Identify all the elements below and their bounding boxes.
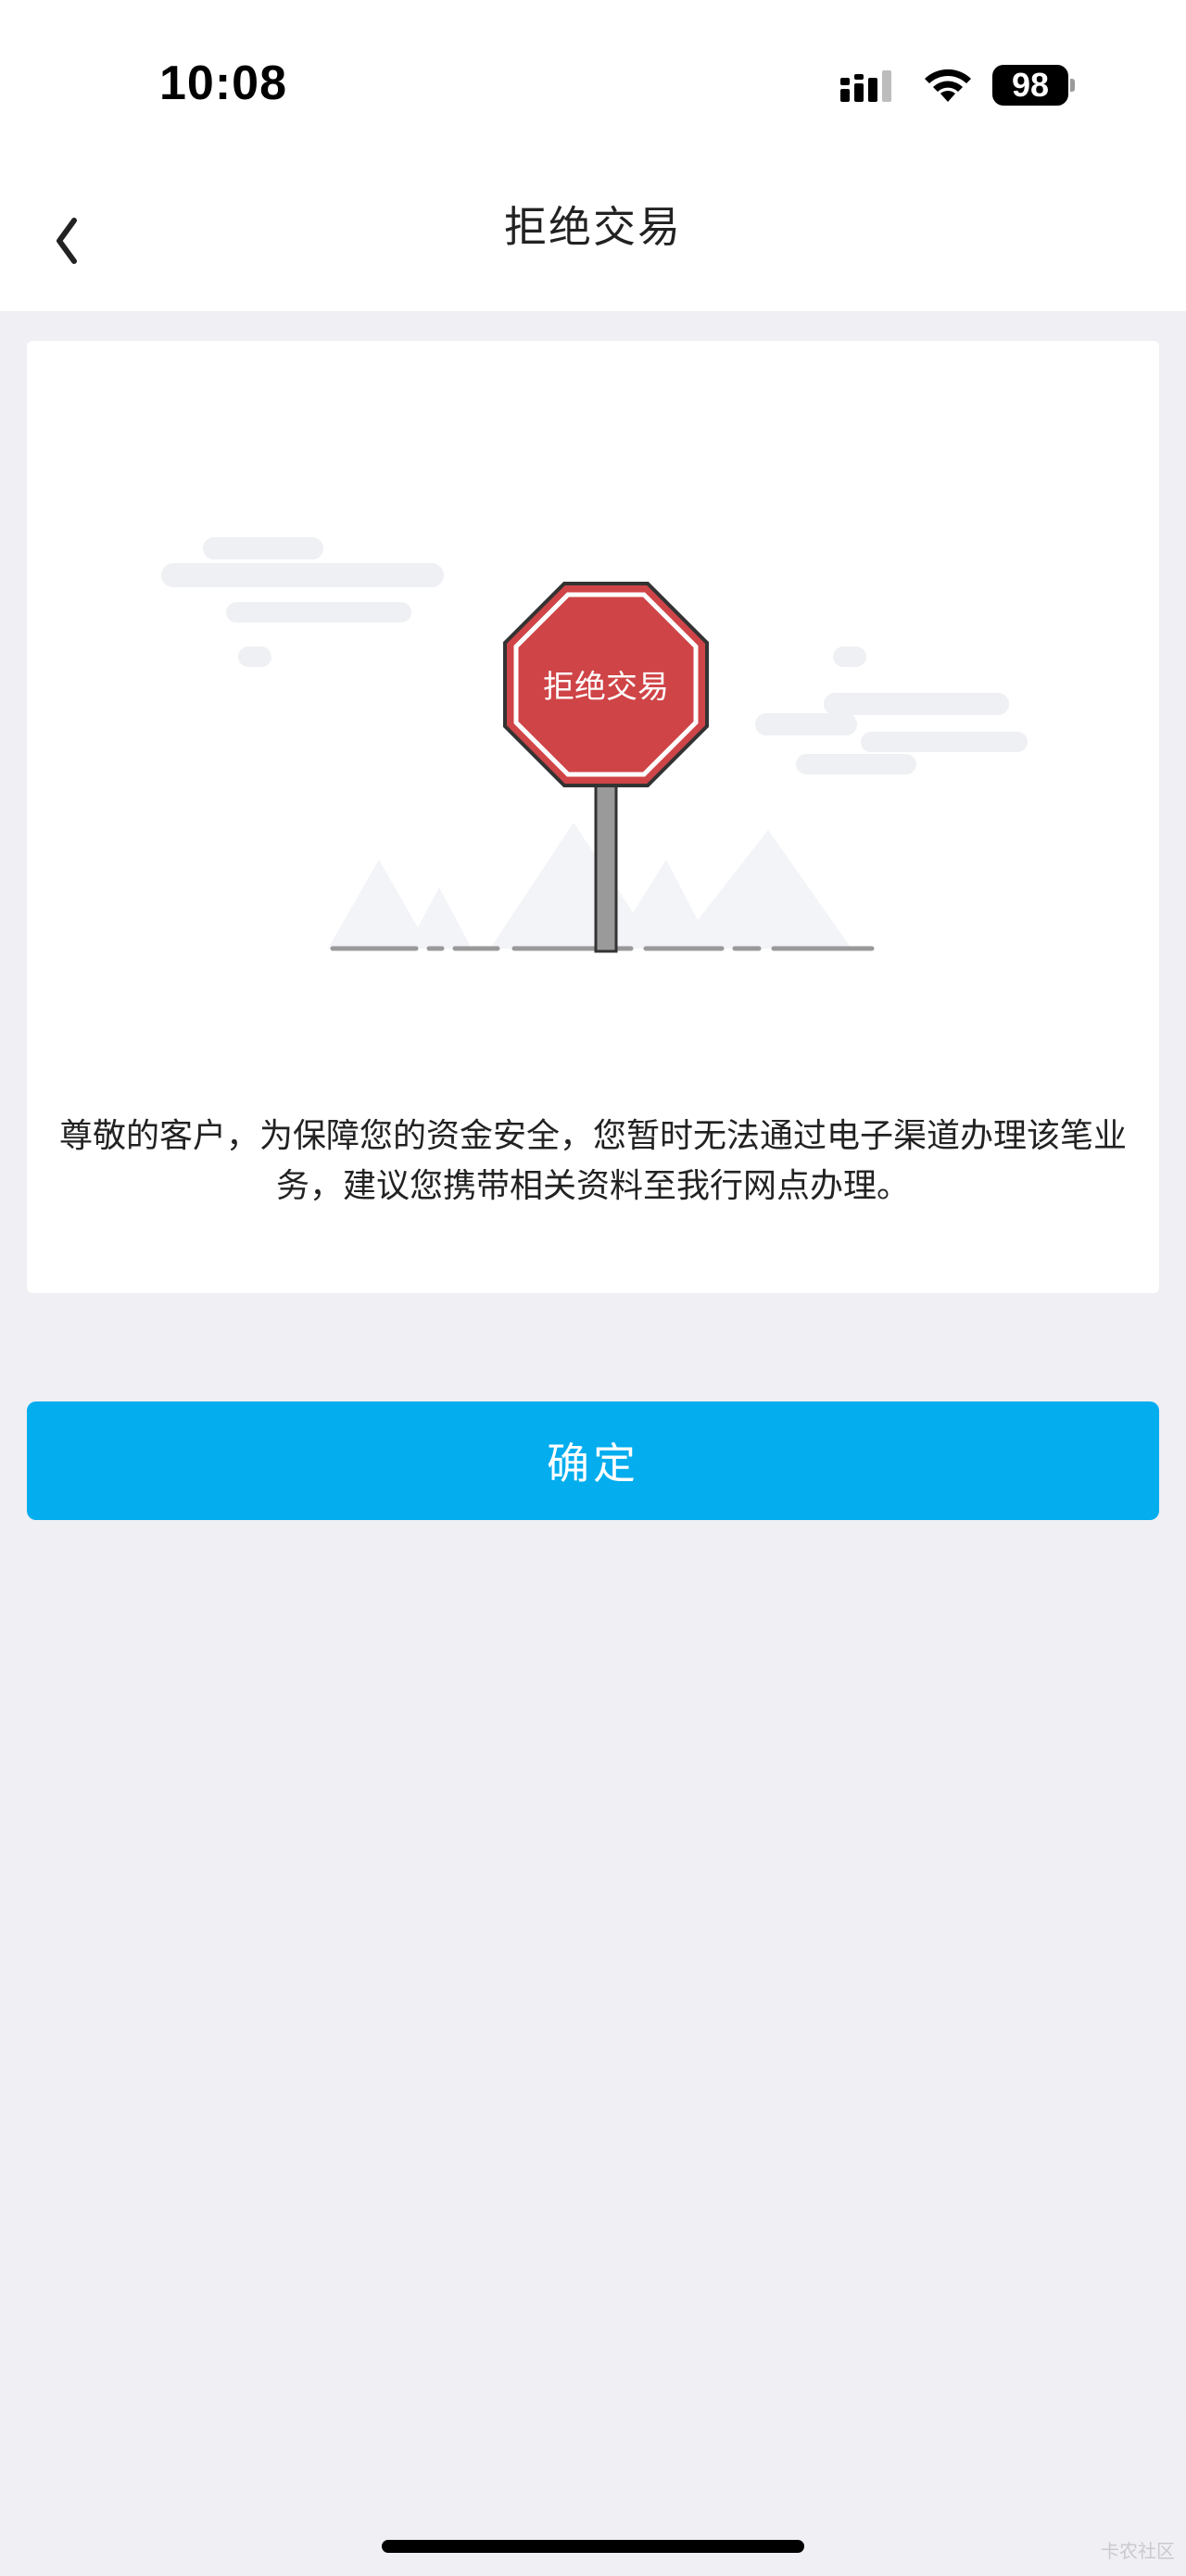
status-bar: 10:08 98 [0,0,1186,176]
stop-sign-illustration: 拒绝交易 [161,537,1028,953]
mountains [328,823,852,949]
chevron-left-icon [57,218,77,264]
confirm-button[interactable]: 确定 [27,1401,1159,1520]
battery-icon: 98 [992,65,1068,106]
watermark: 卡农社区 [1101,2540,1175,2562]
page-title: 拒绝交易 [504,202,682,252]
back-button[interactable] [46,195,139,287]
home-indicator [382,2540,804,2553]
signal-icon [840,70,891,102]
wifi-icon [925,69,971,102]
status-icons: 98 [839,65,1079,111]
cloud-right [755,647,1028,774]
sign-text: 拒绝交易 [543,669,669,706]
battery-tip [1070,79,1075,92]
notice-message: 尊敬的客户，为保障您的资金安全，您暂时无法通过电子渠道办理该笔业务，建议您携带相… [58,1117,1127,1205]
status-time: 10:08 [159,57,287,110]
nav-bar: 拒绝交易 [0,176,1186,311]
sign-pole [594,779,618,953]
notice-card: 拒绝交易 尊敬的客户，为保障您的资金安全，您暂时无法通过电子渠道办理该笔业务，建… [27,341,1159,1293]
cloud-left [161,537,444,667]
